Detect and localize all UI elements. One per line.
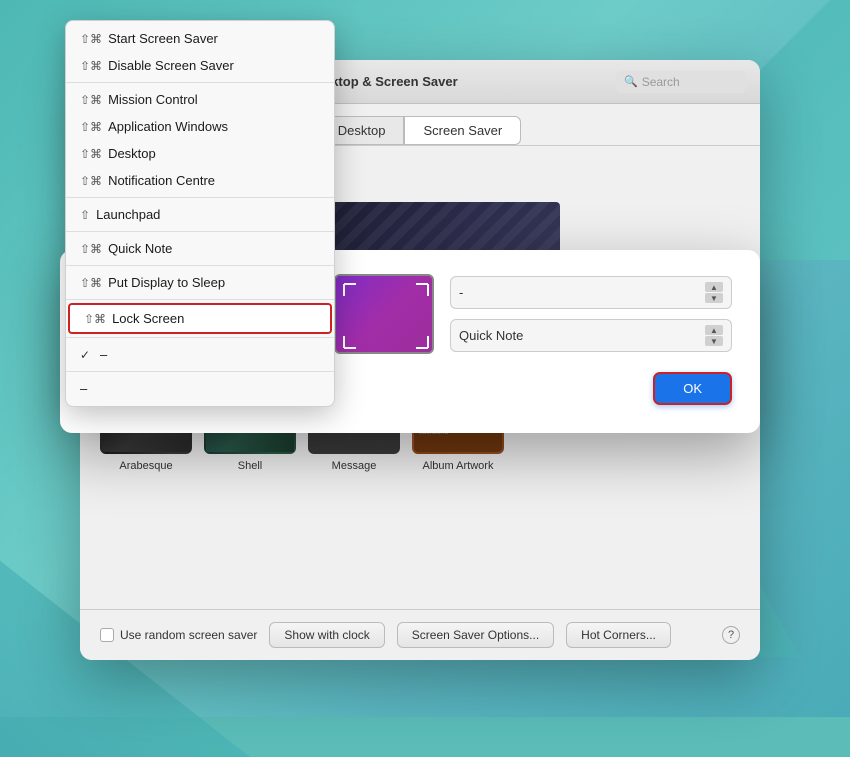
menu-item-notification-centre[interactable]: ⇧⌘ Notification Centre	[66, 167, 334, 194]
menu-label-lock-screen: Lock Screen	[112, 311, 184, 326]
menu-separator-3	[66, 231, 334, 232]
menu-item-dash2[interactable]: –	[66, 375, 334, 402]
key-combo-2: ⇧⌘	[80, 59, 102, 73]
menu-item-check-dash[interactable]: ✓ –	[66, 341, 334, 368]
thumb-arabesque-label: Arabesque	[119, 460, 172, 472]
search-bar[interactable]: 🔍 Search	[616, 71, 746, 93]
panel-right-dropdowns: - ▲ ▼ Quick Note ▲ ▼	[450, 276, 732, 352]
hot-corners-label: Hot Corners...	[581, 628, 656, 642]
right-top-stepper-up[interactable]: ▲	[705, 282, 723, 292]
menu-label-launchpad: Launchpad	[96, 207, 160, 222]
menu-label-dash2: –	[80, 381, 87, 396]
menu-separator-1	[66, 82, 334, 83]
key-combo-4: ⇧⌘	[80, 120, 102, 134]
panel-right-bottom-value: Quick Note	[459, 328, 523, 343]
key-combo-9: ⇧⌘	[80, 276, 102, 290]
key-combo-7: ⇧	[80, 208, 90, 222]
key-combo-6: ⇧⌘	[80, 174, 102, 188]
key-combo-5: ⇧⌘	[80, 147, 102, 161]
menu-label-disable-screen-saver: Disable Screen Saver	[108, 58, 234, 73]
menu-item-mission-control[interactable]: ⇧⌘ Mission Control	[66, 86, 334, 113]
corner-arrows-svg	[336, 276, 434, 354]
menu-separator-4	[66, 265, 334, 266]
key-combo-1: ⇧⌘	[80, 32, 102, 46]
thumb-message-label: Message	[332, 460, 377, 472]
tab-screen-saver[interactable]: Screen Saver	[404, 116, 521, 145]
menu-label-quick-note: Quick Note	[108, 241, 172, 256]
thumb-shell-label: Shell	[238, 460, 262, 472]
bottom-bar: Use random screen saver Show with clock …	[80, 609, 760, 660]
menu-label-desktop: Desktop	[108, 146, 156, 161]
screen-saver-options-label: Screen Saver Options...	[412, 628, 539, 642]
menu-item-lock-screen[interactable]: ⇧⌘ Lock Screen	[68, 303, 332, 334]
help-label: ?	[728, 629, 734, 641]
random-saver-label: Use random screen saver	[120, 628, 257, 642]
menu-item-launchpad[interactable]: ⇧ Launchpad	[66, 201, 334, 228]
random-saver-checkbox[interactable]	[100, 628, 114, 642]
show-clock-label: Show with clock	[284, 628, 369, 642]
right-bottom-stepper[interactable]: ▲ ▼	[705, 325, 723, 346]
help-button[interactable]: ?	[722, 626, 740, 644]
search-placeholder: Search	[642, 75, 680, 89]
panel-preview-thumbnail	[334, 274, 434, 354]
menu-item-application-windows[interactable]: ⇧⌘ Application Windows	[66, 113, 334, 140]
ok-button[interactable]: OK	[653, 372, 732, 405]
menu-item-disable-screen-saver[interactable]: ⇧⌘ Disable Screen Saver	[66, 52, 334, 79]
thumb-album-label: Album Artwork	[423, 460, 494, 472]
menu-separator-6	[66, 337, 334, 338]
right-top-stepper[interactable]: ▲ ▼	[705, 282, 723, 303]
search-icon: 🔍	[624, 75, 638, 88]
key-combo-10: ⇧⌘	[84, 312, 106, 326]
menu-label-mission-control: Mission Control	[108, 92, 198, 107]
menu-item-start-screen-saver[interactable]: ⇧⌘ Start Screen Saver	[66, 25, 334, 52]
menu-item-quick-note[interactable]: ⇧⌘ Quick Note	[66, 235, 334, 262]
screen-saver-options-button[interactable]: Screen Saver Options...	[397, 622, 554, 648]
menu-separator-5	[66, 299, 334, 300]
checkmark-icon: ✓	[80, 348, 94, 362]
menu-separator-2	[66, 197, 334, 198]
menu-label-put-display-sleep: Put Display to Sleep	[108, 275, 225, 290]
right-bottom-stepper-up[interactable]: ▲	[705, 325, 723, 335]
panel-right-top-dropdown[interactable]: - ▲ ▼	[450, 276, 732, 309]
panel-right-bottom-dropdown[interactable]: Quick Note ▲ ▼	[450, 319, 732, 352]
show-clock-button[interactable]: Show with clock	[269, 622, 384, 648]
menu-item-desktop[interactable]: ⇧⌘ Desktop	[66, 140, 334, 167]
menu-item-put-display-sleep[interactable]: ⇧⌘ Put Display to Sleep	[66, 269, 334, 296]
hot-corners-button[interactable]: Hot Corners...	[566, 622, 671, 648]
key-combo-8: ⇧⌘	[80, 242, 102, 256]
right-bottom-stepper-down[interactable]: ▼	[705, 336, 723, 346]
menu-label-dash1: –	[100, 347, 107, 362]
menu-label-application-windows: Application Windows	[108, 119, 228, 134]
right-top-stepper-down[interactable]: ▼	[705, 293, 723, 303]
menu-separator-7	[66, 371, 334, 372]
menu-label-notification-centre: Notification Centre	[108, 173, 215, 188]
context-menu: ⇧⌘ Start Screen Saver ⇧⌘ Disable Screen …	[65, 20, 335, 407]
random-saver-row: Use random screen saver	[100, 628, 257, 642]
panel-right-top-value: -	[459, 285, 463, 300]
key-combo-3: ⇧⌘	[80, 93, 102, 107]
menu-label-start-screen-saver: Start Screen Saver	[108, 31, 218, 46]
